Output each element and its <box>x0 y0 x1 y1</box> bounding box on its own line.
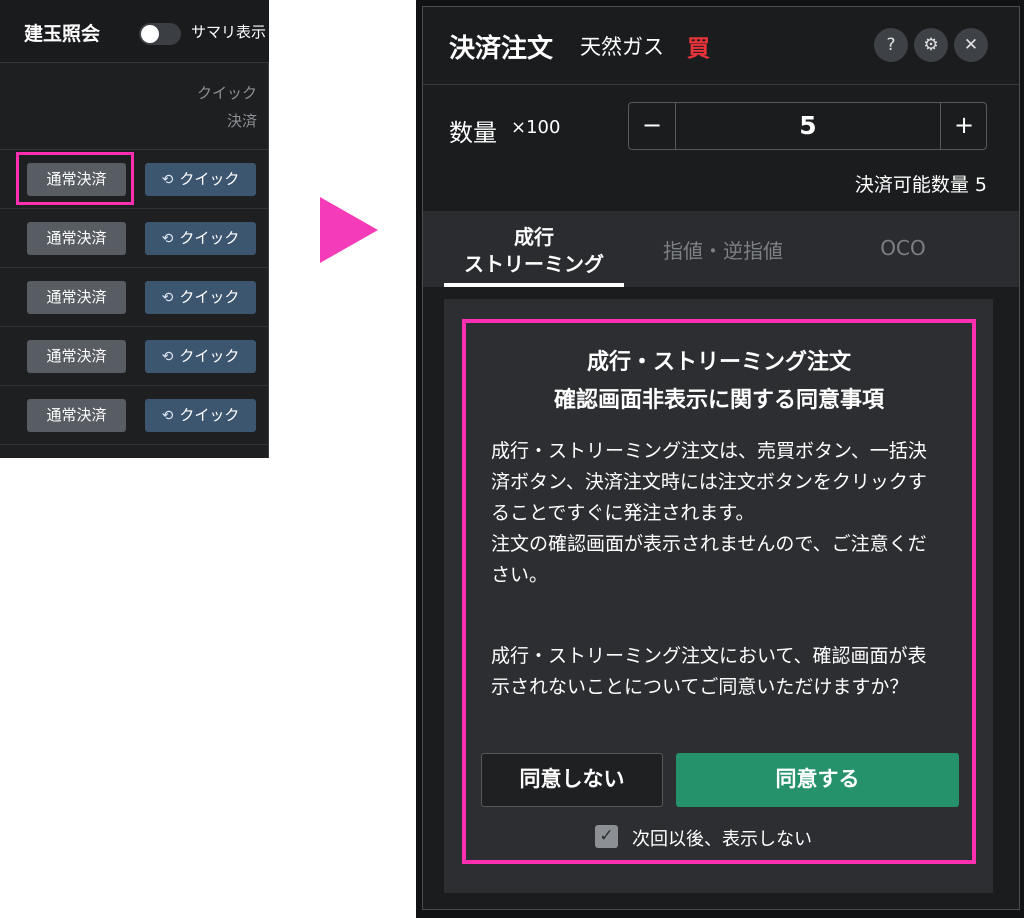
toggle-knob <box>141 25 159 43</box>
column-header-settle: 決済 <box>226 112 257 130</box>
consent-title: 成行・ストリーミング注文 <box>586 350 851 375</box>
tab-label-line2: ストリーミング <box>464 252 604 276</box>
quantity-input[interactable]: 5 <box>676 103 940 149</box>
column-header-quick: クイック <box>196 84 257 102</box>
product-name: 天然ガス <box>580 35 664 59</box>
refresh-icon: ⟲ <box>161 349 174 365</box>
table-row: 通常決済 ⟲ クイック <box>0 327 269 386</box>
refresh-icon: ⟲ <box>161 408 174 424</box>
consent-subtitle: 確認画面非表示に関する同意事項 <box>553 388 884 413</box>
tab-label-line1: 成行 <box>514 225 554 249</box>
divider <box>423 84 1019 85</box>
quick-settle-label: クイック <box>179 170 240 188</box>
quick-settle-button[interactable]: ⟲ クイック <box>145 222 256 255</box>
quantity-label: 数量 <box>449 119 497 147</box>
dont-show-again-checkbox[interactable]: ✓ <box>595 825 618 848</box>
dont-show-again-label: 次回以後、表示しない <box>632 829 812 850</box>
divider <box>268 62 269 458</box>
tab-market-streaming[interactable]: 成行 ストリーミング <box>444 224 624 278</box>
order-side-badge: 買 <box>687 36 710 62</box>
normal-settle-button[interactable]: 通常決済 <box>27 281 126 314</box>
quick-settle-button[interactable]: ⟲ クイック <box>145 281 256 314</box>
quick-settle-button[interactable]: ⟲ クイック <box>145 163 256 196</box>
normal-settle-button[interactable]: 通常決済 <box>27 340 126 373</box>
refresh-icon: ⟲ <box>161 172 174 188</box>
help-icon[interactable]: ? <box>874 28 908 62</box>
normal-settle-button[interactable]: 通常決済 <box>27 222 126 255</box>
increment-button[interactable]: + <box>940 103 987 149</box>
close-icon[interactable]: ✕ <box>954 28 988 62</box>
arrow-right-icon <box>320 197 378 263</box>
dialog-title: 決済注文 <box>449 34 554 64</box>
decline-button[interactable]: 同意しない <box>481 753 663 807</box>
quick-settle-label: クイック <box>179 347 240 365</box>
consent-question: 成行・ストリーミング注文において、確認画面が表示されないことについてご同意いただ… <box>491 645 927 698</box>
quick-settle-label: クイック <box>179 288 240 306</box>
tab-limit-stop[interactable]: 指値・逆指値 <box>642 235 804 264</box>
quick-settle-button[interactable]: ⟲ クイック <box>145 340 256 373</box>
quantity-unit: ×100 <box>511 117 561 138</box>
table-row: 通常決済 ⟲ クイック <box>0 209 269 268</box>
quick-settle-label: クイック <box>179 406 240 424</box>
refresh-icon: ⟲ <box>161 290 174 306</box>
summary-toggle[interactable] <box>139 23 181 45</box>
table-row: 通常決済 ⟲ クイック <box>0 386 269 445</box>
active-tab-indicator <box>444 283 624 287</box>
normal-settle-button[interactable]: 通常決済 <box>27 399 126 432</box>
position-list-panel: 建玉照会 サマリ表示 クイック 決済 通常決済 ⟲ クイック 通常決済 ⟲ クイック… <box>0 0 269 458</box>
refresh-icon: ⟲ <box>161 231 174 247</box>
tab-oco[interactable]: OCO <box>830 236 976 260</box>
panel-title: 建玉照会 <box>24 23 101 45</box>
check-icon: ✓ <box>599 826 614 846</box>
decrement-button[interactable]: − <box>629 103 676 149</box>
available-quantity: 決済可能数量 5 <box>854 174 987 196</box>
quick-settle-button[interactable]: ⟲ クイック <box>145 399 256 432</box>
agree-button[interactable]: 同意する <box>676 753 959 807</box>
consent-paragraph: 成行・ストリーミング注文は、売買ボタン、一括決済ボタン、決済注文時には注文ボタン… <box>491 440 927 586</box>
table-row: 通常決済 ⟲ クイック <box>0 268 269 327</box>
quick-settle-label: クイック <box>179 229 240 247</box>
gear-icon[interactable]: ⚙ <box>914 28 948 62</box>
highlight-frame <box>16 152 134 205</box>
summary-toggle-label: サマリ表示 <box>191 23 267 41</box>
